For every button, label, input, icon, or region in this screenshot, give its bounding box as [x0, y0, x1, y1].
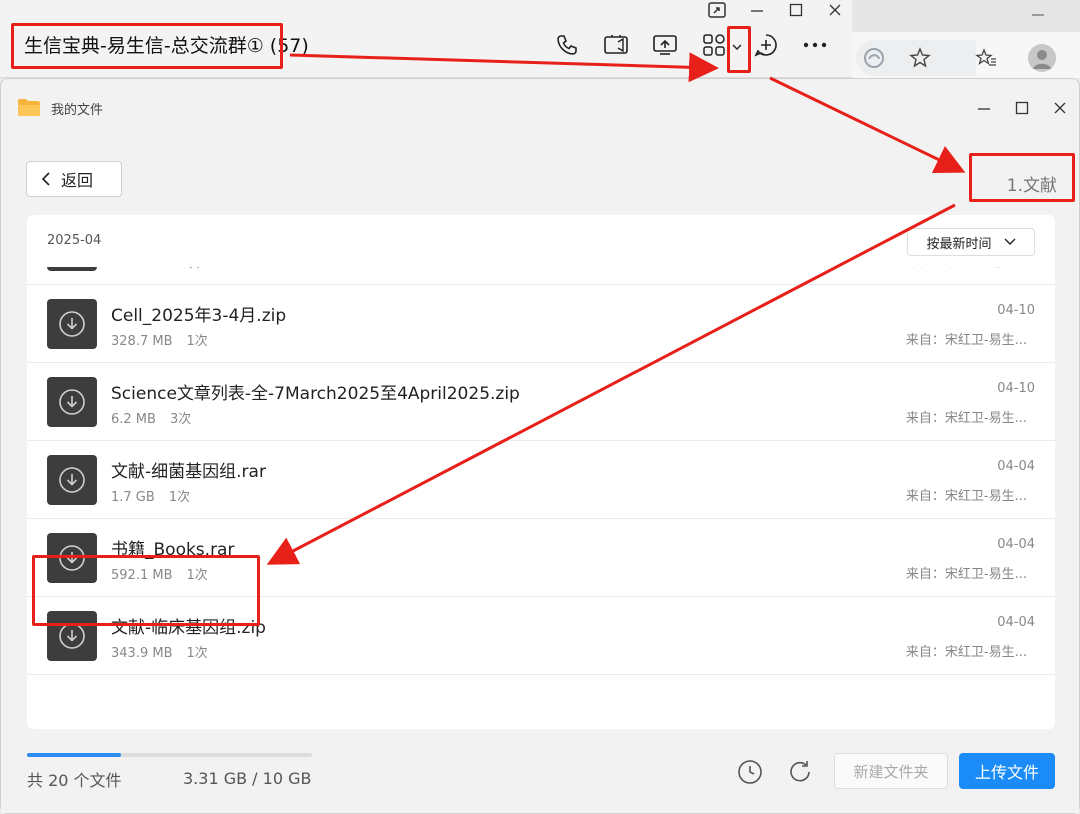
close-icon[interactable]: [1049, 99, 1071, 117]
download-icon[interactable]: [47, 267, 97, 271]
file-source: 来自：宋红卫-易生...: [905, 333, 1027, 348]
favorite-star-icon[interactable]: [908, 46, 934, 72]
file-date: 04-04: [997, 459, 1035, 474]
file-source: 来自：宋红卫-易生...: [905, 489, 1027, 504]
file-source: 来自：宋红卫-易生...: [905, 411, 1027, 426]
chevron-down-icon: [1004, 238, 1015, 245]
file-row[interactable]: Cell_2025年3-4月.zip 328.7 MB 1次 04-10 来自：宋红卫-…: [27, 285, 1055, 363]
file-window-footer: 共 20 个文件 3.31 GB / 10 GB 新建文件夹 上传文件: [1, 729, 1079, 813]
file-meta: 1.7 GB 1次: [111, 486, 204, 505]
upload-file-button[interactable]: 上传文件: [959, 753, 1055, 789]
minimize-icon[interactable]: [973, 99, 995, 117]
annotation-box-chat-title: [11, 23, 283, 69]
file-source: 来自：宋红卫-易生...: [905, 567, 1027, 582]
sort-label: 按最新时间: [926, 236, 992, 252]
annotation-box-breadcrumb: [969, 153, 1075, 202]
file-row[interactable]: Nature-202504.zip97.5 MB4次04-11来自：宋红卫-易生…: [27, 267, 1055, 285]
file-date: 04-04: [997, 615, 1035, 630]
file-row[interactable]: 文献-细菌基因组.rar 1.7 GB 1次 04-04 来自：宋红卫-易生...: [27, 441, 1055, 519]
month-header: 2025-04: [47, 233, 102, 248]
annotation-box-dropdown: [727, 26, 751, 73]
storage-progress-fill: [27, 753, 122, 757]
folder-icon: [17, 97, 41, 117]
file-name[interactable]: 文献-细菌基因组.rar: [111, 457, 266, 482]
file-name[interactable]: Cell_2025年3-4月.zip: [111, 301, 286, 326]
back-label: 返回: [61, 171, 94, 190]
add-chat-icon[interactable]: [752, 31, 780, 59]
download-icon[interactable]: [47, 377, 97, 427]
annotation-box-books-file: [32, 555, 260, 626]
file-row[interactable]: Science文章列表-全-7March2025至4April2025.zip 6…: [27, 363, 1055, 441]
apps-icon[interactable]: [700, 31, 728, 59]
minimize-icon[interactable]: [746, 1, 768, 19]
download-icon[interactable]: [47, 299, 97, 349]
file-source: 来自：宋红卫-易生...: [905, 645, 1027, 660]
storage-progress-bar: [27, 753, 312, 757]
file-size: 97.5 MB: [111, 267, 164, 271]
edge-icon: [862, 46, 888, 72]
history-icon[interactable]: [737, 759, 763, 785]
download-count: 1次: [186, 334, 208, 349]
more-icon[interactable]: [801, 31, 829, 59]
storage-usage: 3.31 GB / 10 GB: [183, 769, 312, 788]
refresh-icon[interactable]: [787, 759, 813, 785]
file-meta: 328.7 MB 1次: [111, 330, 222, 349]
chevron-left-icon: [41, 172, 50, 186]
file-date: 04-10: [997, 381, 1035, 396]
file-meta: 6.2 MB 3次: [111, 408, 205, 427]
screen-share-icon[interactable]: [651, 31, 679, 59]
pin-icon[interactable]: [706, 1, 728, 19]
file-name[interactable]: Science文章列表-全-7March2025至4April2025.zip: [111, 379, 520, 404]
browser-background: [852, 0, 1080, 78]
video-icon[interactable]: [602, 31, 630, 59]
my-files-window: 我的文件 返回 1.文献 2025-04 按最新时间 Nature-202504…: [0, 78, 1080, 814]
download-icon[interactable]: [47, 455, 97, 505]
phone-icon[interactable]: [553, 31, 581, 59]
download-count: 3次: [169, 412, 192, 427]
file-list-panel: 2025-04 按最新时间 Nature-202504.zip97.5 MB4次…: [27, 215, 1055, 729]
file-count: 共 20 个文件: [27, 771, 122, 790]
file-date: 04-10: [997, 303, 1035, 318]
download-count: 1次: [168, 490, 191, 505]
file-meta: 97.5 MB 4次: [111, 267, 214, 271]
browser-minimize-icon[interactable]: [1030, 6, 1050, 22]
file-size: 1.7 GB: [111, 490, 155, 505]
window-title: 我的文件: [51, 103, 104, 118]
favorites-list-icon[interactable]: [974, 46, 1000, 72]
maximize-icon[interactable]: [1011, 99, 1033, 117]
close-icon[interactable]: [824, 1, 846, 19]
new-folder-button[interactable]: 新建文件夹: [834, 753, 948, 789]
file-size: 328.7 MB: [111, 334, 173, 349]
maximize-icon[interactable]: [785, 1, 807, 19]
sort-dropdown[interactable]: 按最新时间: [907, 228, 1035, 256]
file-meta: 343.9 MB 1次: [111, 642, 222, 661]
file-date: 04-04: [997, 537, 1035, 552]
file-source: 来自：宋红卫-易生...: [906, 267, 1027, 270]
back-button[interactable]: 返回: [26, 161, 122, 197]
download-count: 1次: [186, 646, 208, 661]
file-window-titlebar: 我的文件: [1, 79, 1079, 137]
file-size: 6.2 MB: [111, 412, 156, 427]
profile-avatar[interactable]: [1028, 44, 1056, 72]
download-count: 4次: [178, 267, 199, 271]
file-list: Nature-202504.zip97.5 MB4次04-11来自：宋红卫-易生…: [27, 267, 1055, 729]
file-size: 343.9 MB: [111, 646, 173, 661]
